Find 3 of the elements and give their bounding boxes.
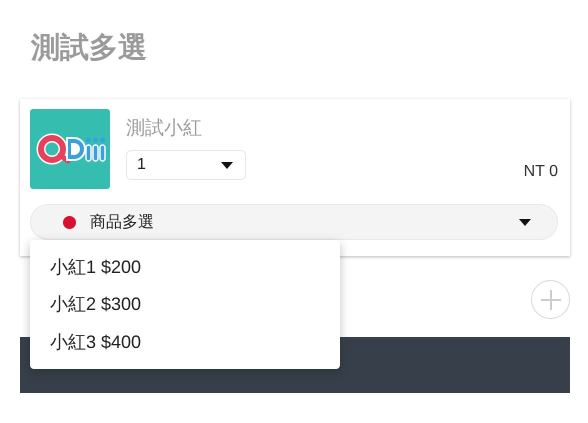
page-title: 測試多選: [31, 31, 148, 66]
product-price: NT 0: [524, 162, 558, 181]
product-name: 測試小紅: [126, 117, 203, 141]
